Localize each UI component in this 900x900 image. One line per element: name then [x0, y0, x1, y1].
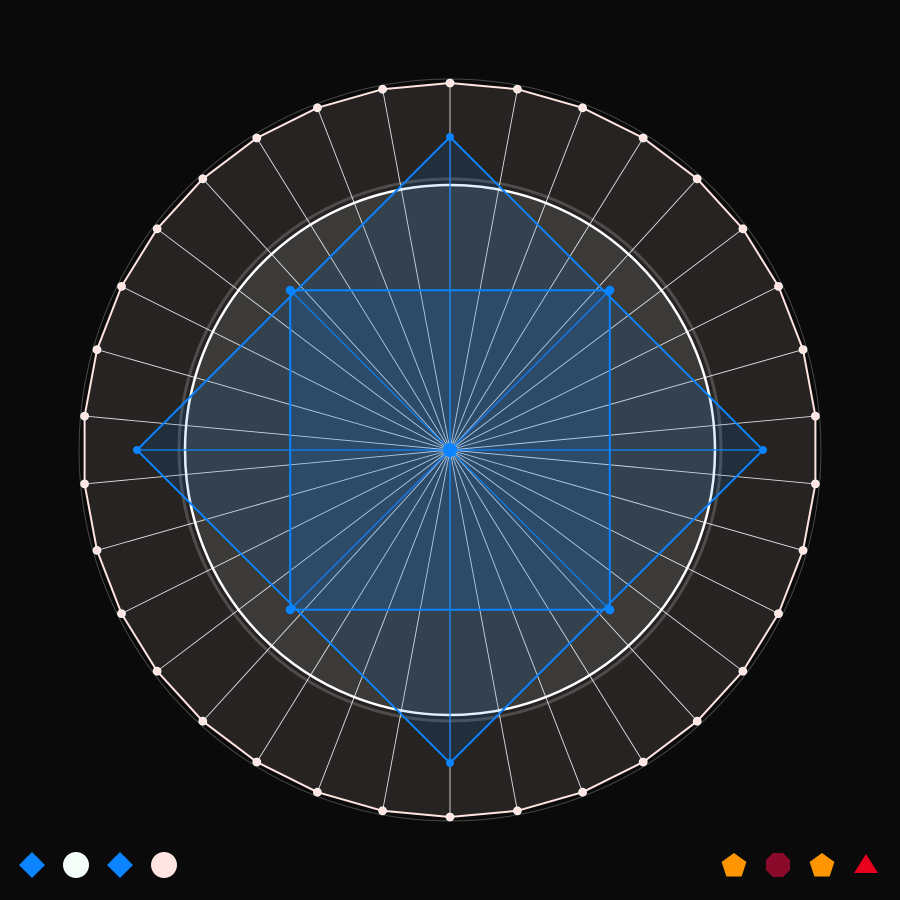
outer-vertex-node	[312, 103, 322, 113]
diamond-vertex-node	[446, 759, 454, 767]
legend-left	[18, 850, 178, 880]
blue-diamond-icon	[106, 851, 134, 879]
outer-vertex-node	[798, 546, 808, 555]
radial-diagram	[78, 78, 822, 822]
outer-vertex-node	[252, 133, 262, 143]
square-vertex-node	[605, 605, 615, 615]
white-circle-icon	[62, 851, 90, 879]
outer-vertex-node	[798, 345, 808, 355]
pink-circle-icon	[150, 851, 178, 879]
outer-vertex-node	[80, 411, 89, 421]
outer-vertex-node	[378, 84, 388, 94]
outer-vertex-node	[445, 812, 455, 822]
outer-vertex-node	[92, 345, 102, 355]
crimson-octagon-icon	[764, 851, 792, 879]
outer-vertex-node	[692, 716, 702, 726]
outer-vertex-node	[638, 133, 648, 143]
outer-vertex-node	[738, 666, 748, 676]
outer-vertex-node	[117, 281, 126, 291]
outer-vertex-node	[638, 757, 648, 767]
center-node	[443, 443, 457, 457]
orange-pentagon-icon	[808, 851, 836, 879]
outer-vertex-node	[774, 609, 783, 618]
outer-vertex-node	[445, 78, 455, 88]
outer-vertex-node	[252, 757, 262, 767]
square-vertex-node	[285, 285, 295, 295]
outer-vertex-node	[80, 479, 89, 489]
outer-vertex-node	[198, 174, 208, 184]
outer-vertex-node	[774, 281, 783, 291]
square-vertex-node	[285, 605, 295, 615]
outer-vertex-node	[117, 609, 126, 618]
diamond-vertex-node	[133, 446, 141, 454]
outer-vertex-node	[198, 716, 208, 726]
outer-vertex-node	[578, 787, 587, 797]
outer-vertex-node	[92, 546, 102, 555]
outer-vertex-node	[312, 787, 322, 797]
outer-vertex-node	[811, 411, 820, 421]
orange-pentagon-icon	[720, 851, 748, 879]
outer-vertex-node	[152, 224, 162, 234]
diamond-vertex-node	[759, 446, 767, 454]
outer-vertex-node	[692, 174, 702, 184]
red-triangle-icon	[852, 851, 880, 879]
outer-vertex-node	[513, 84, 522, 94]
outer-vertex-node	[152, 666, 162, 676]
outer-vertex-node	[578, 103, 587, 113]
blue-diamond-icon	[18, 851, 46, 879]
legend-right	[720, 850, 880, 880]
square-vertex-node	[605, 285, 615, 295]
outer-vertex-node	[811, 479, 820, 489]
outer-vertex-node	[513, 806, 522, 816]
outer-vertex-node	[738, 224, 748, 234]
diamond-vertex-node	[446, 133, 454, 141]
outer-vertex-node	[378, 806, 388, 816]
